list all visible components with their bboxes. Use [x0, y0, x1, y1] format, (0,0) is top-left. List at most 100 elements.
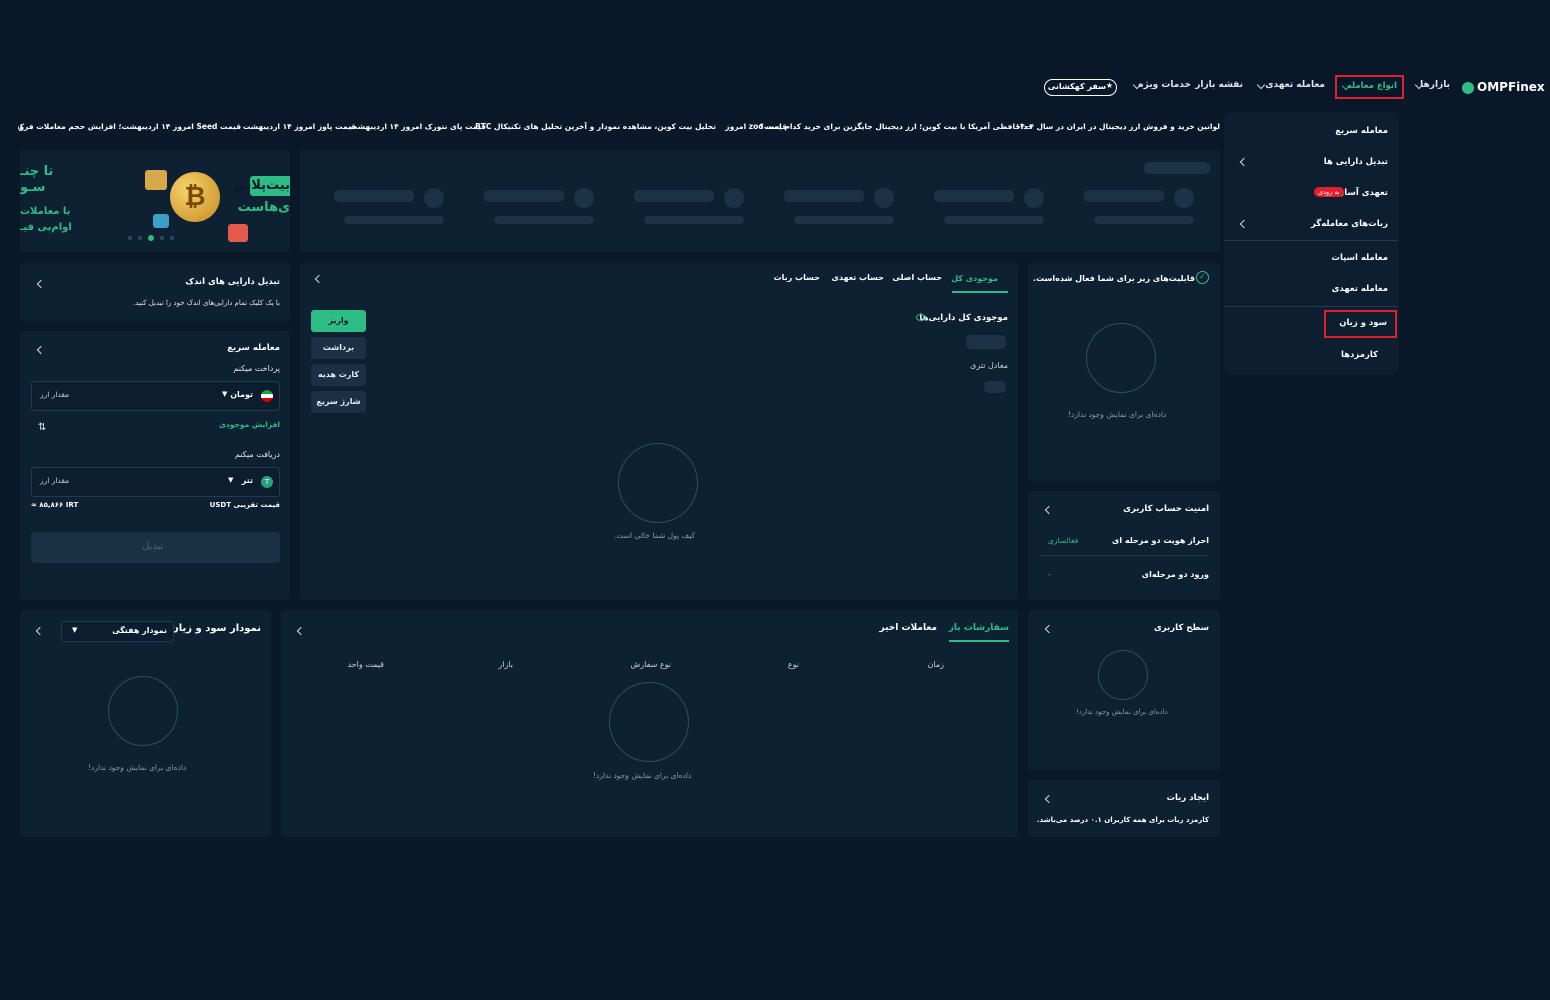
news-ticker: لوانین خرید و فروش ارز دیجیتال در ایران …: [18, 118, 1220, 138]
features-title: قابلیت‌های زیر برای شما فعال شده‌است.: [1033, 274, 1195, 283]
tether-value-blur: [984, 381, 1006, 393]
ticker-item[interactable]: لوانین خرید و فروش ارز دیجیتال در ایران …: [1016, 122, 1220, 131]
menu-item-fees[interactable]: کارمزدها: [1341, 350, 1378, 360]
twofa-label: احراز هویت دو مرحله ای: [1112, 536, 1209, 545]
tab-total-balance[interactable]: موجودی کل: [951, 269, 1008, 293]
ticker-item[interactable]: قیمت پای نتورک امروز ۱۴ اردیبهشت: [350, 122, 486, 131]
chevron-left-icon[interactable]: [1044, 505, 1054, 515]
tab-bot-account[interactable]: حساب ربات: [774, 273, 820, 282]
skeleton: [344, 216, 444, 224]
nav-market-map[interactable]: نقشه بازار: [1195, 80, 1243, 90]
nav-trade-types-label: انواع معامله: [1346, 81, 1397, 91]
galaxy-label: سفر کهکشانی: [1047, 82, 1106, 91]
menu-item-easy-futures[interactable]: تعهدی آسان: [1337, 188, 1388, 198]
tab-open-orders[interactable]: سفارشات باز: [949, 616, 1009, 642]
nav-special-services[interactable]: خدمات ویژه: [1138, 80, 1191, 90]
pnl-title: نمودار سود و زیان: [170, 623, 261, 634]
gift-icon: [145, 170, 167, 190]
chevron-left-icon[interactable]: [1044, 624, 1054, 634]
skeleton: [574, 188, 594, 208]
galaxy-button[interactable]: سفر کهکشانی ★: [1044, 79, 1117, 96]
increase-balance-link[interactable]: افزایش موجودی: [219, 420, 280, 429]
pay-currency-select[interactable]: تومان: [230, 390, 253, 399]
chevron-left-icon[interactable]: [296, 626, 306, 636]
skeleton: [1144, 162, 1210, 174]
convert-small-title: تبدیل دارایی های اندک: [185, 277, 280, 287]
convert-button-label: تبدیل: [142, 541, 164, 552]
pnl-period-select[interactable]: نمودار هفتگی ▼: [61, 621, 174, 642]
quick-charge-button[interactable]: شارژ سریع: [311, 391, 366, 413]
skeleton: [934, 190, 1014, 202]
promo-banner[interactable]: بیت‌پلاس ی‌هاست تا چنـ سـو با معاملات او…: [20, 150, 290, 252]
ticker-item[interactable]: تحلیل بیت کوین، مشاهده نمودار و آخرین تح…: [475, 122, 716, 131]
tab-open-orders-label: سفارشات باز: [948, 623, 1009, 633]
eye-icon[interactable]: [916, 314, 926, 321]
skeleton: [944, 216, 1044, 224]
dot: [138, 236, 142, 240]
ticker-item[interactable]: قیمت Seed امروز ۱۴ اردیبهشت؛ افزایش حجم …: [18, 122, 241, 131]
nav-trade-types[interactable]: انواع معامله: [1335, 75, 1404, 99]
coming-soon-badge: به زودی: [1314, 187, 1344, 197]
create-bot-card[interactable]: ایجاد ربات کارمزد ربات برای همه کاربران …: [1028, 780, 1220, 837]
carousel-dots[interactable]: [128, 235, 188, 242]
security-card: امنیت حساب کاربری احراز هویت دو مرحله ای…: [1028, 491, 1220, 600]
banner-left1: تا چنـ: [20, 164, 54, 179]
chevron-left-icon[interactable]: [36, 279, 46, 289]
pnl-empty: داده‌ای برای نمایش وجود ندارد!: [88, 763, 187, 772]
nav-futures[interactable]: معامله تعهدی: [1265, 80, 1325, 90]
dot: [160, 236, 164, 240]
dot: [128, 236, 132, 240]
logo[interactable]: OMPFinex: [1462, 80, 1545, 96]
ticker-item[interactable]: قیمت پاوز امروز ۱۴ اردیبهشت: [243, 122, 356, 131]
quick-trade-title: معامله سریع: [227, 343, 280, 353]
chevron-left-icon[interactable]: [35, 626, 45, 636]
receive-currency-select[interactable]: تتر: [242, 476, 253, 485]
menu-item-quick-trade[interactable]: معامله سریع: [1335, 126, 1388, 136]
deposit-button[interactable]: واریز: [311, 310, 366, 332]
approx-price-value: ≈ ۸۵,۸۶۶ IRT: [31, 501, 79, 509]
withdraw-button[interactable]: برداشت: [311, 337, 366, 359]
col-order-type: نوع سفارش: [630, 660, 672, 669]
tab-main-account[interactable]: حساب اصلی: [892, 273, 942, 282]
menu-item-profit-loss-label: سود و زیان: [1339, 318, 1387, 328]
receive-amount-field[interactable]: مقدار ارز تتر T ▼: [31, 467, 280, 497]
activate-link[interactable]: فعالسازی: [1048, 536, 1078, 545]
gift-card-button[interactable]: کارت هدیه: [311, 364, 366, 386]
iran-flag-icon: [261, 390, 273, 402]
skeleton: [1094, 216, 1194, 224]
chevron-left-icon[interactable]: [36, 345, 46, 355]
skeleton: [634, 190, 714, 202]
convert-small-card[interactable]: تبدیل دارایی های اندک با یک کلیک تمام دا…: [20, 263, 290, 321]
banner-line2: ی‌هاست: [237, 200, 290, 215]
tether-icon: T: [261, 476, 273, 488]
ticker-item[interactable]: خداحافظی آمریکا با بیت کوین؛ ارز دیجیتال…: [759, 122, 1033, 131]
chevron-left-icon[interactable]: [314, 274, 324, 284]
menu-item-profit-loss[interactable]: سود و زیان: [1324, 310, 1397, 338]
menu-item-futures[interactable]: معامله تعهدی: [1332, 284, 1388, 294]
caret-down-icon: ▼: [228, 476, 234, 484]
ticker-item[interactable]: قیمت zoo امروز: [725, 122, 787, 131]
nav-markets[interactable]: بازارها: [1420, 80, 1450, 90]
tab-recent-trades[interactable]: معاملات اخیر: [880, 623, 937, 633]
star-icon: ★: [1105, 81, 1113, 90]
empty-state-icon: [1098, 650, 1148, 700]
chevron-left-icon[interactable]: [1044, 794, 1054, 804]
features-card: قابلیت‌های زیر برای شما فعال شده‌است. ✓ …: [1028, 263, 1220, 481]
skeleton: [724, 188, 744, 208]
pay-amount-field[interactable]: مقدار ارز تومان ▼: [31, 381, 280, 411]
menu-item-spot[interactable]: معامله اسپات: [1331, 253, 1388, 263]
menu-item-convert-assets[interactable]: تبدیل دارایی ها: [1324, 157, 1388, 167]
wallet-card: موجودی کل حساب اصلی حساب تعهدی حساب ربات…: [300, 263, 1018, 600]
skeleton: [794, 216, 894, 224]
swap-icon[interactable]: ⇅: [38, 422, 46, 433]
convert-button[interactable]: تبدیل: [31, 532, 280, 563]
chevron-left-icon: [1239, 219, 1249, 229]
tether-equiv-label: معادل تتری: [970, 361, 1008, 370]
skeleton: [334, 190, 414, 202]
gift-icon: [153, 214, 169, 228]
ticker-item[interactable]: ک: [18, 122, 24, 131]
pay-label: پرداخت میکنم: [233, 364, 280, 373]
menu-item-trading-bots[interactable]: ربات‌های معامله‌گر: [1311, 219, 1388, 229]
divider: [1224, 306, 1398, 307]
tab-futures-account[interactable]: حساب تعهدی: [832, 273, 885, 282]
